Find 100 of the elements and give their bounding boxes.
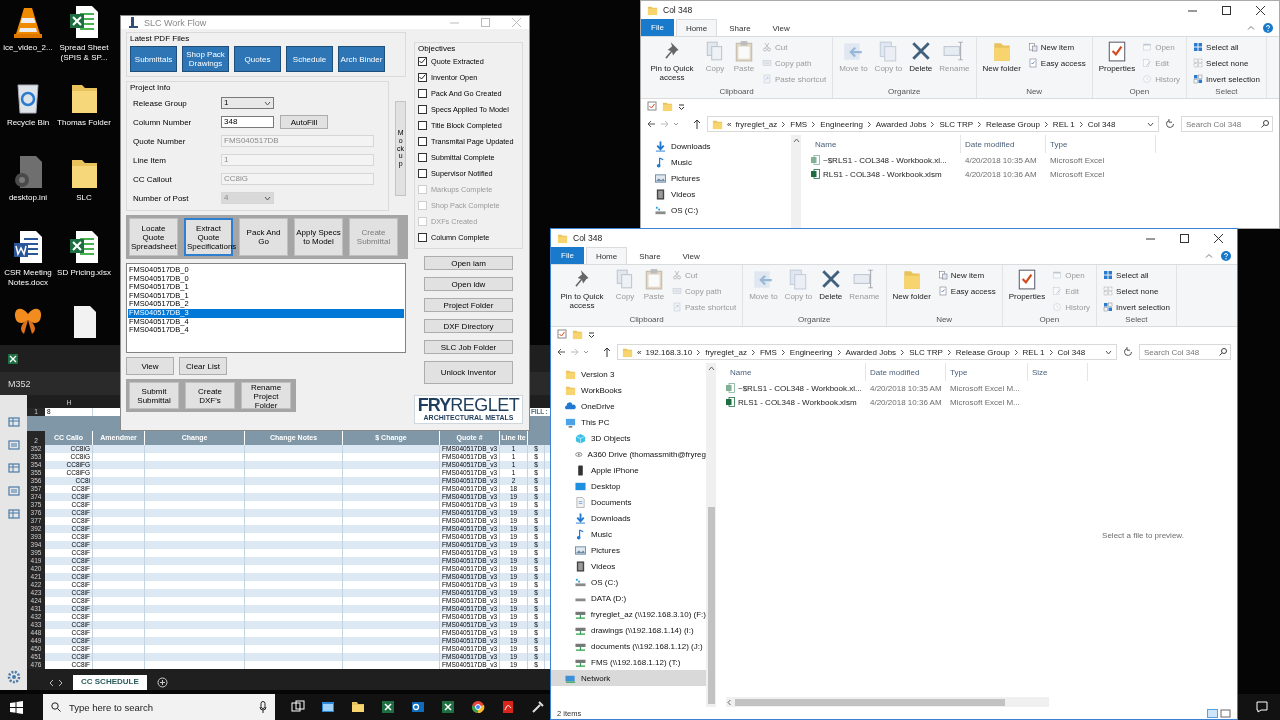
list-button[interactable]: View xyxy=(126,357,174,375)
pdf-button[interactable]: Quotes xyxy=(234,46,281,72)
nav-item[interactable]: fryreglet_az (\\192.168.3.10) (F:) xyxy=(551,606,706,622)
refresh-icon[interactable] xyxy=(1165,119,1175,129)
scroll-up-icon[interactable] xyxy=(707,366,715,371)
breadcrumb[interactable]: Engineering xyxy=(820,119,863,129)
list-button[interactable]: Clear List xyxy=(179,357,227,375)
nav-item[interactable]: OS (C:) xyxy=(641,202,791,218)
nav-item[interactable]: Pictures xyxy=(641,170,791,186)
nav-item[interactable]: OneDrive xyxy=(551,398,706,414)
side-button[interactable]: Project Folder xyxy=(424,298,513,312)
toolbar-icon[interactable] xyxy=(7,417,20,427)
nav-item[interactable]: drawings (\\192.168.1.14) (I:) xyxy=(551,622,706,638)
help-icon[interactable] xyxy=(1263,22,1273,33)
nav-item[interactable]: Videos xyxy=(551,558,706,574)
nav-item[interactable]: Downloads xyxy=(551,510,706,526)
nav-item[interactable]: 3D Objects xyxy=(551,430,706,446)
close-icon[interactable] xyxy=(1214,233,1223,243)
nav-item[interactable]: Version 3 xyxy=(551,366,706,382)
start-icon[interactable] xyxy=(10,700,23,714)
search-field[interactable]: Type here to search xyxy=(43,694,275,720)
breadcrumb[interactable]: Awarded Jobs xyxy=(875,119,927,129)
nav-item[interactable]: Videos xyxy=(641,186,791,202)
document-icon[interactable] xyxy=(501,700,515,714)
nav-item[interactable]: OS (C:) xyxy=(551,574,706,590)
side-button[interactable]: SLC Job Folder xyxy=(424,340,513,354)
address-bar[interactable]: « 192.168.3.10 fryreglet_az FMS Engineering Awarded Jobs SLC TRP Release Group REL 1 Col 348 xyxy=(617,344,1117,360)
breadcrumb[interactable]: 192.168.3.10 xyxy=(645,347,693,357)
ribbon-button[interactable]: Pin to Quick access xyxy=(555,268,609,315)
column-header[interactable]: Name xyxy=(811,135,961,153)
checkbox[interactable] xyxy=(418,72,427,82)
ribbon-tab[interactable]: Share xyxy=(629,247,671,264)
ribbon-button[interactable]: Select all xyxy=(1101,268,1172,282)
sheet-tab[interactable]: CC SCHEDULE xyxy=(73,675,147,690)
task-view-icon[interactable] xyxy=(291,700,305,714)
column-header[interactable]: Type xyxy=(1046,135,1156,153)
ribbon-tab[interactable]: Home xyxy=(675,19,718,36)
column-header[interactable]: Name xyxy=(726,363,866,381)
search-field[interactable]: Search Col 348 xyxy=(1181,116,1273,132)
ribbon-button[interactable]: Properties xyxy=(1096,40,1138,87)
ribbon-button[interactable]: Properties xyxy=(1006,268,1048,315)
action-button[interactable]: Rename Project Folder xyxy=(241,382,291,409)
action-button[interactable]: Apply Specs to Model xyxy=(294,218,343,256)
view-mode-icon[interactable] xyxy=(1207,708,1231,718)
column-header[interactable]: Type xyxy=(946,363,1028,381)
nav-item[interactable]: This PC xyxy=(551,414,706,430)
nav-item[interactable]: Desktop xyxy=(551,478,706,494)
action-button[interactable]: Pack And Go xyxy=(239,218,288,256)
search-field[interactable]: Search Col 348 xyxy=(1139,344,1231,360)
nav-item[interactable]: A360 Drive (thomassmith@fryreg xyxy=(551,446,706,462)
ribbon-button[interactable]: Select none xyxy=(1101,284,1172,298)
up-arrow-icon[interactable] xyxy=(693,119,701,129)
action-button[interactable]: Locate Quote Spreadsheet xyxy=(129,218,178,256)
chevron-down-icon[interactable] xyxy=(1147,121,1154,127)
ribbon-button[interactable]: New folder xyxy=(890,268,933,315)
desktop-icon-label[interactable]: Recycle Bin xyxy=(0,118,56,128)
refresh-icon[interactable] xyxy=(1123,347,1133,357)
pdf-button[interactable]: Arch Binder xyxy=(338,46,385,72)
ribbon-button[interactable]: Select none xyxy=(1191,56,1262,70)
maximize-icon[interactable] xyxy=(1222,5,1231,15)
checkbox[interactable] xyxy=(418,152,427,162)
nav-item[interactable]: Music xyxy=(641,154,791,170)
text-field[interactable]: 348 xyxy=(221,116,274,128)
add-sheet-icon[interactable] xyxy=(156,677,168,688)
maximize-icon[interactable] xyxy=(1180,233,1189,243)
nav-item[interactable]: Network xyxy=(551,670,706,686)
breadcrumb[interactable]: fryreglet_az xyxy=(735,119,778,129)
spreadsheet-icon[interactable] xyxy=(381,700,395,714)
nav-item[interactable]: Apple iPhone xyxy=(551,462,706,478)
ribbon-button[interactable]: Easy access xyxy=(1025,56,1088,70)
column-header[interactable]: Date modified xyxy=(866,363,946,381)
customize-icon[interactable] xyxy=(678,102,685,110)
properties-icon[interactable] xyxy=(647,101,657,111)
toolbar-icon[interactable] xyxy=(7,486,20,496)
breadcrumb[interactable]: Release Group xyxy=(986,119,1040,129)
customize-icon[interactable] xyxy=(588,330,595,338)
globe-icon[interactable] xyxy=(471,700,485,714)
checkbox[interactable] xyxy=(418,168,427,178)
autofill-button[interactable]: AutoFill xyxy=(280,115,328,129)
ribbon-button[interactable]: New item xyxy=(1025,40,1088,54)
ribbon-button[interactable]: Pin to Quick access xyxy=(645,40,699,87)
desktop-icon-label[interactable]: SLC xyxy=(56,193,112,203)
column-header[interactable]: Size xyxy=(1028,363,1088,381)
breadcrumb[interactable]: REL 1 xyxy=(1022,347,1045,357)
breadcrumb[interactable]: fryreglet_az xyxy=(705,347,747,357)
checkbox[interactable] xyxy=(418,104,427,114)
chevron-down-icon[interactable] xyxy=(1105,349,1112,355)
column-header[interactable]: Date modified xyxy=(961,135,1046,153)
ribbon-button[interactable]: Delete xyxy=(907,40,935,87)
checkbox[interactable] xyxy=(418,88,427,98)
checkbox[interactable] xyxy=(418,232,427,242)
nav-item[interactable]: FMS (\\192.168.1.12) (T:) xyxy=(551,654,706,670)
ribbon-tab[interactable]: View xyxy=(672,247,710,264)
side-button[interactable]: Unlock Inventor xyxy=(424,361,513,384)
pdf-button[interactable]: Shop Pack Drawings xyxy=(182,46,229,72)
toolbar-icon[interactable] xyxy=(7,440,20,450)
side-button[interactable]: DXF Directory xyxy=(424,319,513,333)
breadcrumb[interactable]: SLC TRP xyxy=(909,347,943,357)
mail-icon[interactable] xyxy=(411,700,425,714)
ribbon-button[interactable]: Invert selection xyxy=(1101,300,1172,314)
